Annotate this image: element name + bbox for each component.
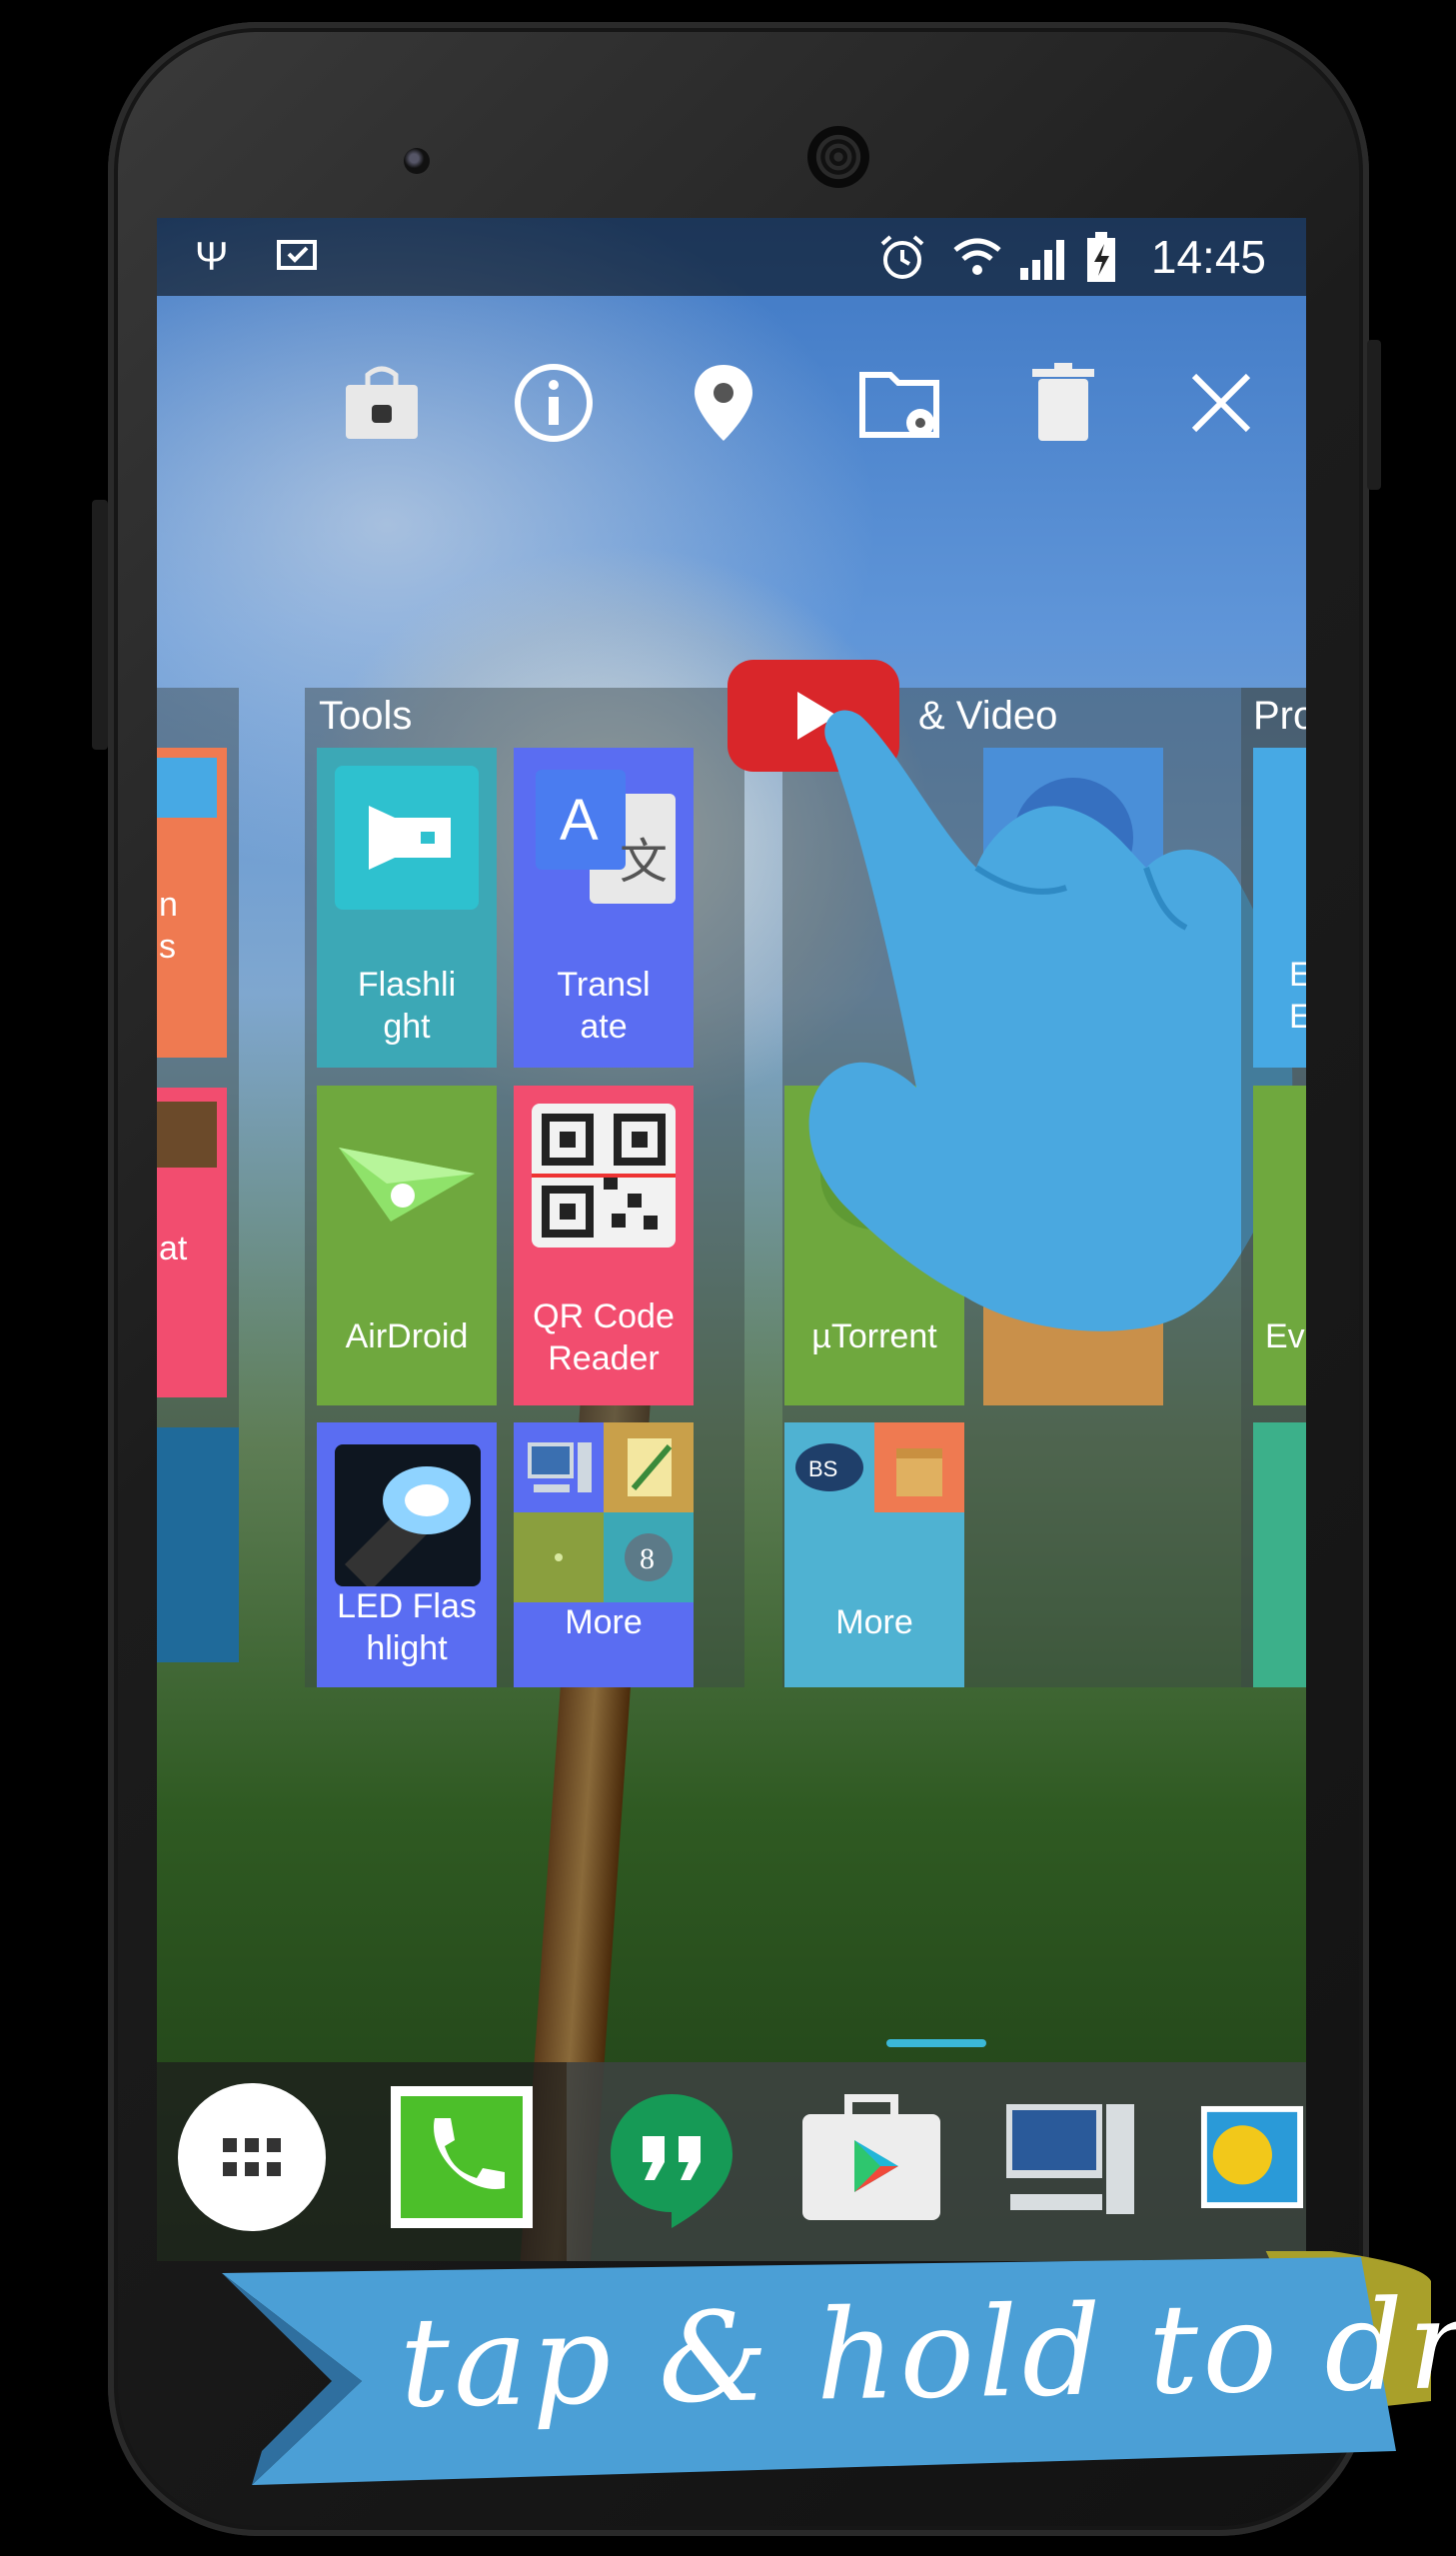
- tile-airdroid[interactable]: AirDroid: [317, 1086, 497, 1405]
- volume-button: [92, 500, 108, 750]
- computer-mini-icon: [514, 1422, 604, 1512]
- svg-text:BS: BS: [808, 1456, 837, 1481]
- hand-pointer-icon: [808, 710, 1293, 1331]
- tile-more-tools[interactable]: 8 More: [514, 1422, 694, 1687]
- group-title-productivity: Pro: [1253, 694, 1306, 738]
- led-flashlight-app-icon: [335, 1444, 481, 1590]
- usb-icon: Ψ: [195, 235, 229, 279]
- tile-partial-right-1[interactable]: E Ex: [1253, 748, 1306, 1068]
- tile-partial-right-2[interactable]: Ev: [1253, 1086, 1306, 1405]
- tile-led-flashlight[interactable]: LED Flas hlight: [317, 1422, 497, 1687]
- svg-text:8: 8: [640, 1542, 655, 1575]
- tile-more-video[interactable]: BS More: [784, 1422, 964, 1687]
- location-pin-icon[interactable]: [679, 358, 768, 448]
- settings-gear-mini-icon: 8: [604, 1512, 694, 1602]
- power-button: [1367, 340, 1381, 490]
- svg-text:文: 文: [620, 834, 668, 890]
- app-drawer-button[interactable]: [177, 2082, 327, 2232]
- page-indicator: [886, 2039, 986, 2047]
- wifi-icon: [951, 232, 1003, 296]
- sparkle-mini-icon: [514, 1512, 604, 1602]
- banner-text: tap & hold to drag: [398, 2270, 1456, 2436]
- phone-screen: Ψ 14:45 n s at Tools Flashli ght A 文 Tra…: [157, 218, 1306, 2261]
- qr-code-icon: [532, 1104, 676, 1248]
- store-icon[interactable]: [337, 358, 427, 448]
- info-icon[interactable]: [509, 358, 599, 448]
- battery-charging-icon: [1084, 232, 1118, 296]
- computer-app-icon[interactable]: [996, 2082, 1146, 2232]
- gallery-icon: [157, 758, 217, 818]
- earpiece-speaker: [807, 126, 869, 188]
- notepad-mini-icon: [604, 1422, 694, 1512]
- svg-text:A: A: [560, 788, 599, 853]
- translate-app-icon: A文: [532, 766, 676, 910]
- tile-partial-left-2[interactable]: at: [157, 1088, 227, 1397]
- front-camera: [404, 148, 430, 174]
- trash-icon[interactable]: [1018, 358, 1108, 448]
- folder-settings-icon[interactable]: [856, 358, 946, 448]
- hangouts-app-icon[interactable]: [597, 2082, 746, 2232]
- tile-qr-code-reader[interactable]: QR Code Reader: [514, 1086, 694, 1405]
- gallery-app-icon[interactable]: [1198, 2082, 1306, 2232]
- phone-app-icon[interactable]: [387, 2082, 537, 2232]
- portrait-icon: [157, 1102, 217, 1168]
- play-store-app-icon[interactable]: [796, 2082, 946, 2232]
- flashlight-app-icon: [335, 766, 479, 910]
- alarm-icon: [876, 232, 928, 296]
- group-title-tools: Tools: [319, 694, 413, 738]
- signal-icon: [1016, 232, 1068, 296]
- close-icon[interactable]: [1176, 358, 1266, 448]
- tile-flashlight[interactable]: Flashli ght: [317, 748, 497, 1068]
- status-bar: Ψ 14:45: [157, 218, 1306, 296]
- tile-translate[interactable]: A文 Transl ate: [514, 748, 694, 1068]
- status-time: 14:45: [1150, 231, 1266, 283]
- tile-partial-left-1[interactable]: n s: [157, 748, 227, 1058]
- airdroid-app-icon: [335, 1104, 479, 1248]
- tile-partial-left-3[interactable]: [157, 1427, 239, 1662]
- tile-partial-right-3[interactable]: [1253, 1422, 1306, 1687]
- clipboard-check-icon: [275, 232, 319, 284]
